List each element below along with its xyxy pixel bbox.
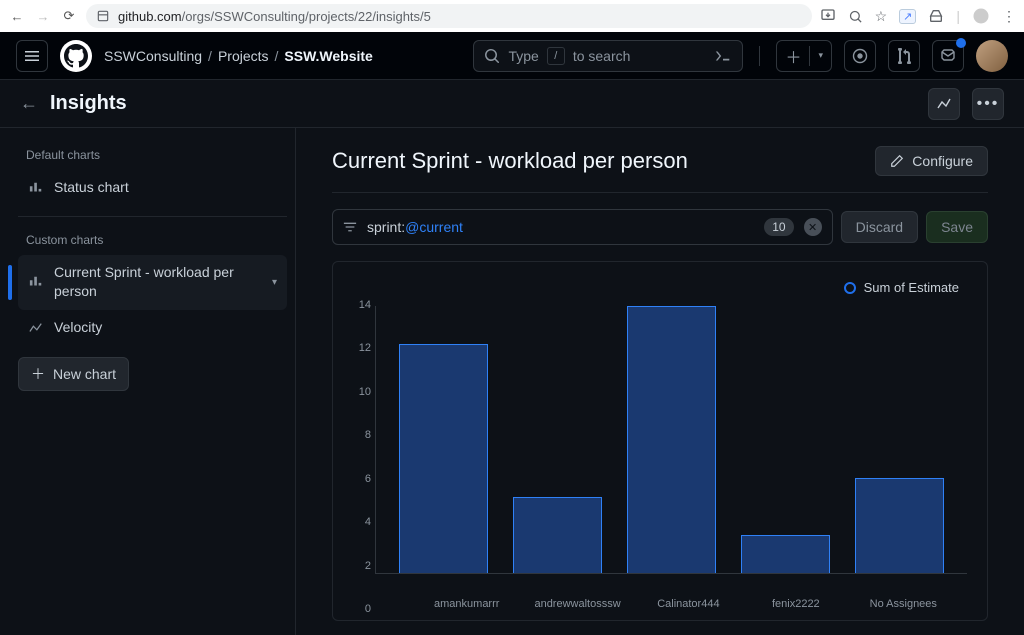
chart-legend: Sum of Estimate <box>844 280 959 295</box>
breadcrumbs: SSWConsulting / Projects / SSW.Website <box>104 48 373 64</box>
user-avatar[interactable] <box>976 40 1008 72</box>
browser-forward-button[interactable]: → <box>34 9 52 24</box>
insights-title: Insights <box>50 92 916 115</box>
breadcrumb-sep: / <box>275 48 279 64</box>
breadcrumb-sep: / <box>208 48 212 64</box>
notifications-button[interactable] <box>932 40 964 72</box>
sidebar-item-label: Status chart <box>54 178 277 198</box>
sidebar-item-label: Current Sprint - workload per person <box>54 263 262 302</box>
sidebar-item-velocity[interactable]: Velocity <box>18 310 287 346</box>
pull-requests-button[interactable] <box>888 40 920 72</box>
sidebar-item-label: Velocity <box>54 318 277 338</box>
filter-input[interactable]: sprint:@current 10 ✕ <box>332 209 833 245</box>
breadcrumb-org[interactable]: SSWConsulting <box>104 48 202 64</box>
sidebar-item-current-sprint[interactable]: Current Sprint - workload per person ▾ <box>18 255 287 310</box>
legend-label: Sum of Estimate <box>864 280 959 295</box>
chart-plot-area <box>375 306 967 574</box>
bar-slot <box>729 306 843 573</box>
plus-icon: ＋ <box>777 44 809 68</box>
sidebar-item-status-chart[interactable]: Status chart <box>18 170 287 206</box>
main-panel: Current Sprint - workload per person Con… <box>296 128 1024 635</box>
install-app-icon[interactable] <box>820 8 836 24</box>
search-icon <box>484 48 500 64</box>
chart-bar[interactable] <box>399 344 488 573</box>
insights-sidebar: Default charts Status chart Custom chart… <box>0 128 296 635</box>
filter-key: sprint: <box>367 219 405 235</box>
new-chart-label: New chart <box>53 366 116 382</box>
new-chart-button[interactable]: ＋ New chart <box>18 357 129 391</box>
chart-bar[interactable] <box>855 478 944 573</box>
bar-chart-icon <box>28 181 44 195</box>
kebab-icon: ••• <box>977 95 1000 113</box>
chart-bar[interactable] <box>627 306 716 573</box>
search-placeholder-prefix: Type <box>508 48 538 64</box>
discard-button[interactable]: Discard <box>841 211 918 243</box>
hamburger-menu-button[interactable] <box>16 40 48 72</box>
filter-count-badge: 10 <box>764 218 793 236</box>
legend-marker-icon <box>844 282 856 294</box>
bar-slot <box>843 306 957 573</box>
browser-chrome: ← → ⟳ github.com/orgs/SSWConsulting/proj… <box>0 0 1024 32</box>
x-label: andrewwaltosssw <box>530 598 624 610</box>
command-palette-icon[interactable] <box>714 48 732 64</box>
browser-menu-icon[interactable]: ⋮ <box>1002 8 1016 25</box>
filter-value: @current <box>405 219 463 235</box>
sidebar-default-charts-title: Default charts <box>18 148 287 162</box>
notification-dot-icon <box>956 38 966 48</box>
bar-slot <box>614 306 728 573</box>
configure-label: Configure <box>912 153 973 169</box>
x-label: Calinator444 <box>645 598 732 610</box>
chart-title: Current Sprint - workload per person <box>332 148 859 174</box>
global-search-input[interactable]: Type / to search <box>473 40 743 72</box>
insights-menu-button[interactable]: ••• <box>972 88 1004 120</box>
chart-bar[interactable] <box>741 535 830 573</box>
create-new-button[interactable]: ＋ ▾ <box>776 40 832 72</box>
line-chart-icon <box>28 321 44 335</box>
filter-icon <box>343 220 357 234</box>
ext1-icon[interactable]: ↗ <box>899 9 916 24</box>
chevron-down-icon[interactable]: ▾ <box>272 277 277 288</box>
browser-reload-button[interactable]: ⟳ <box>60 8 78 24</box>
issues-button[interactable] <box>844 40 876 72</box>
chevron-down-icon: ▾ <box>810 50 831 61</box>
search-placeholder-suffix: to search <box>573 48 631 64</box>
github-logo-icon[interactable] <box>60 40 92 72</box>
breadcrumb-projects[interactable]: Projects <box>218 48 269 64</box>
chart-bar[interactable] <box>513 497 602 573</box>
configure-button[interactable]: Configure <box>875 146 988 176</box>
bar-chart-icon <box>28 275 44 289</box>
x-label: fenix2222 <box>752 598 839 610</box>
bookmark-icon[interactable]: ☆ <box>875 8 888 25</box>
site-info-icon <box>96 9 110 23</box>
plus-icon: ＋ <box>31 364 45 384</box>
search-slash-key: / <box>547 47 565 65</box>
insights-header: ← Insights ••• <box>0 80 1024 128</box>
chart-x-axis: amankumarrr andrewwaltosssw Calinator444 fe… <box>375 598 967 610</box>
x-label: No Assignees <box>860 598 947 610</box>
chart-card: Sum of Estimate 14121086420 amankumarrra… <box>332 261 988 621</box>
back-arrow-button[interactable]: ← <box>20 93 38 114</box>
chart-mode-button[interactable] <box>928 88 960 120</box>
profile-icon[interactable] <box>972 7 990 25</box>
breadcrumb-project[interactable]: SSW.Website <box>284 48 372 64</box>
clear-filter-button[interactable]: ✕ <box>804 218 822 236</box>
browser-url-bar[interactable]: github.com/orgs/SSWConsulting/projects/2… <box>86 4 812 28</box>
github-header: SSWConsulting / Projects / SSW.Website T… <box>0 32 1024 80</box>
chart-y-axis: 14121086420 <box>347 306 375 610</box>
pencil-icon <box>890 154 904 168</box>
save-button[interactable]: Save <box>926 211 988 243</box>
x-label: amankumarrr <box>423 598 510 610</box>
zoom-icon[interactable] <box>848 9 863 24</box>
sidebar-custom-charts-title: Custom charts <box>18 233 287 247</box>
browser-url-text: github.com/orgs/SSWConsulting/projects/2… <box>118 9 802 24</box>
browser-back-button[interactable]: ← <box>8 9 26 24</box>
bar-slot <box>386 306 500 573</box>
bar-slot <box>500 306 614 573</box>
extensions-icon[interactable] <box>928 8 944 24</box>
